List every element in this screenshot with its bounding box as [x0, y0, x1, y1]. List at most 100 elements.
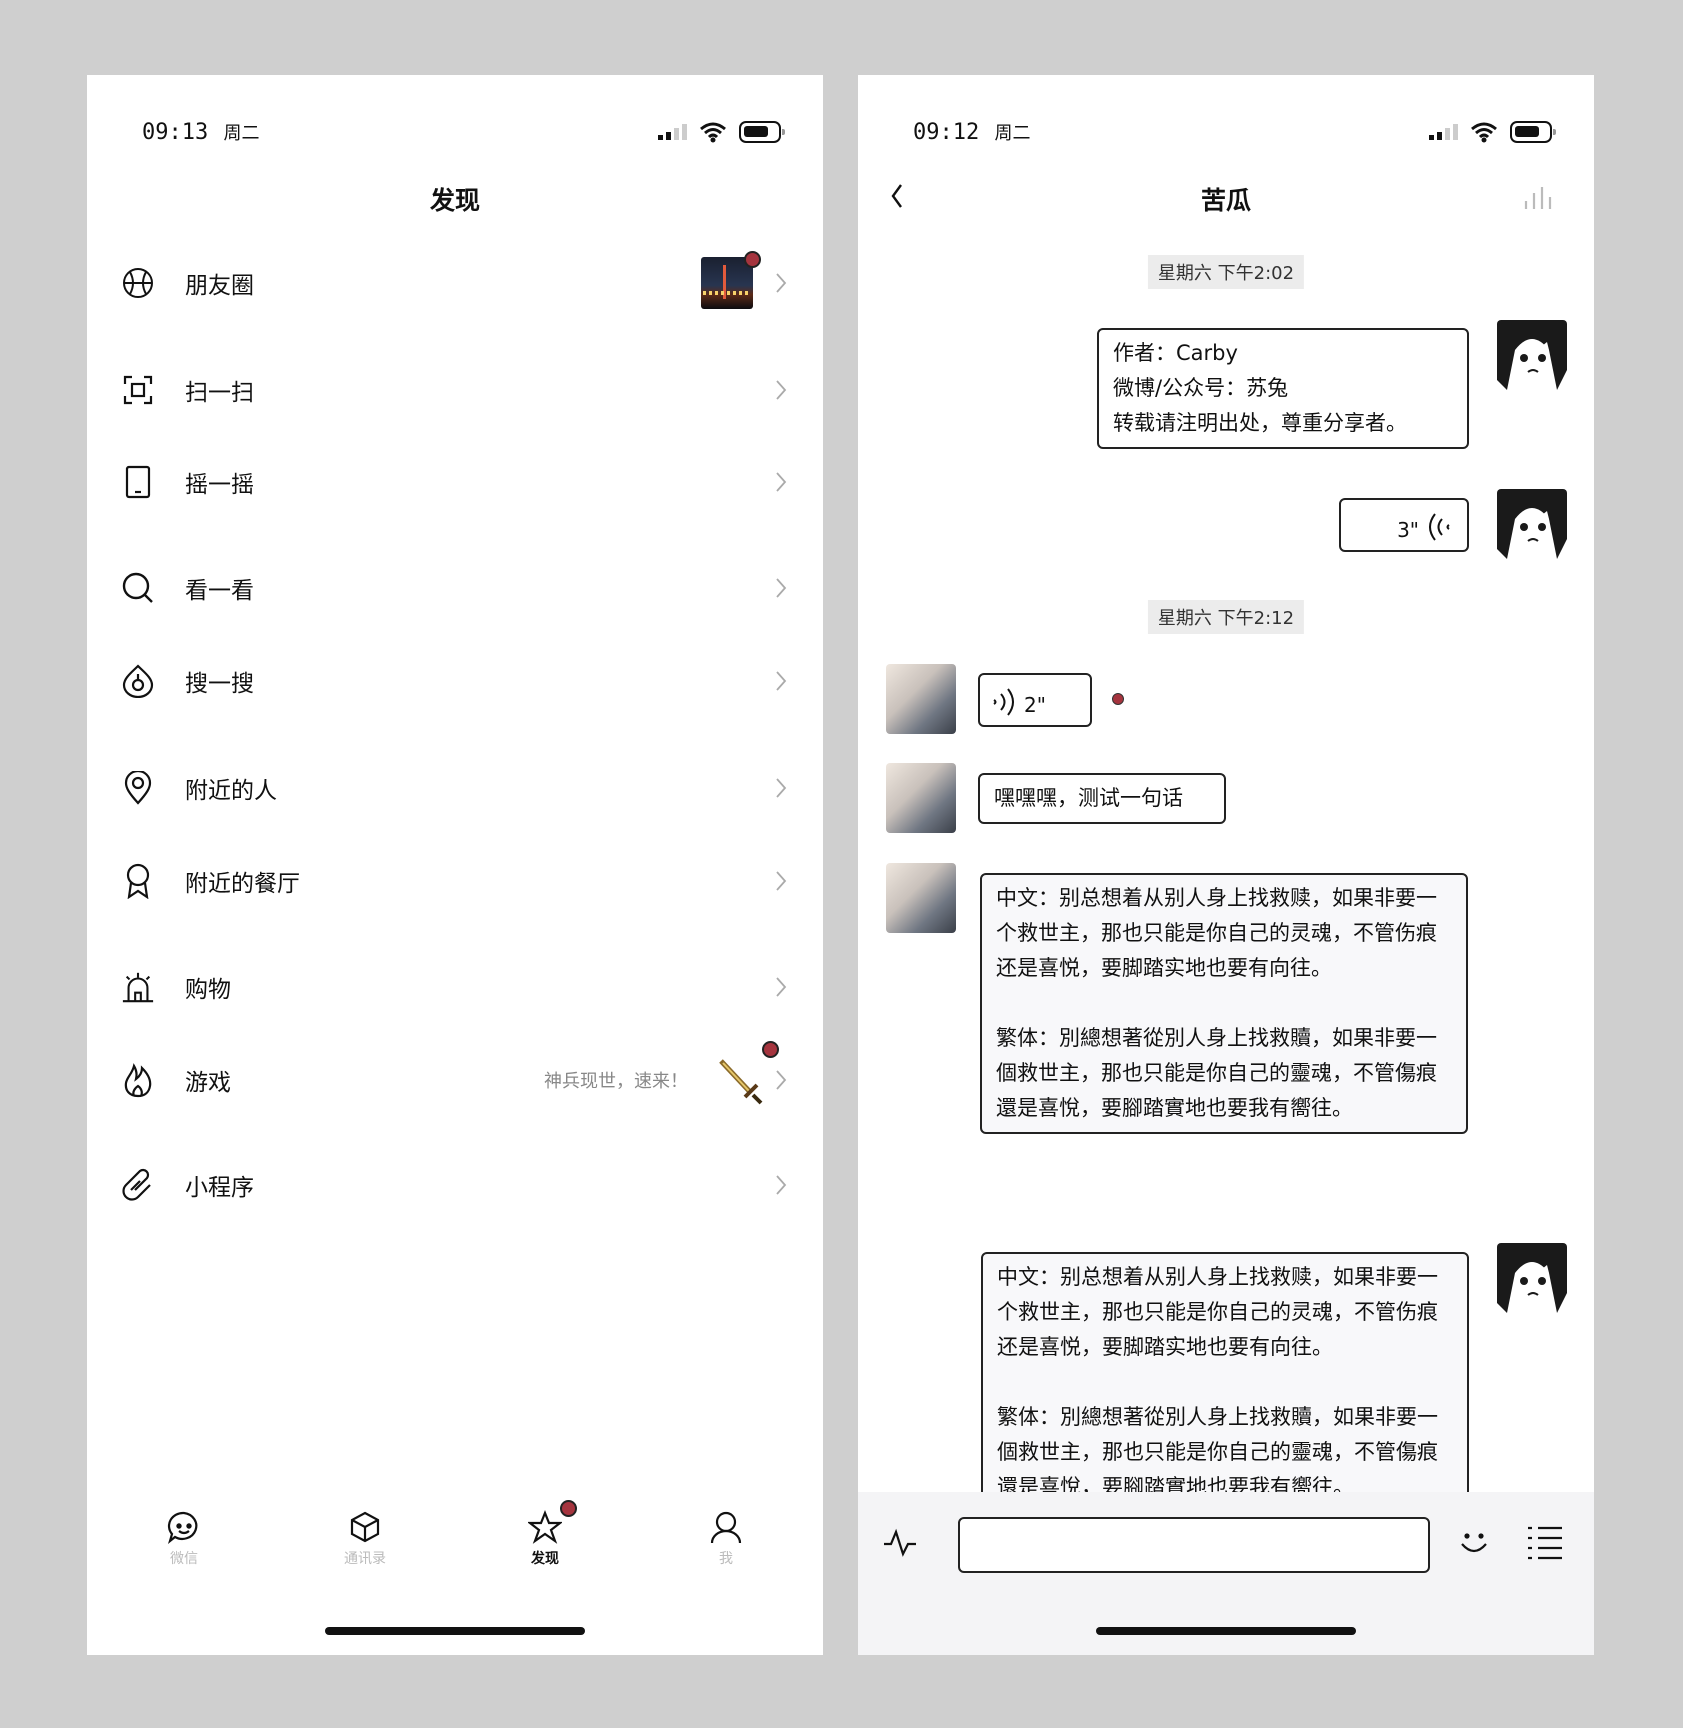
menu-label: 看一看: [185, 578, 254, 604]
menu-item-search[interactable]: 搜一搜: [87, 646, 823, 716]
chevron-right-icon: [776, 578, 787, 598]
chevron-right-icon: [776, 671, 787, 691]
search-drop-icon: [121, 664, 155, 698]
message-text: 中文：别总想着从别人身上找救赎，如果非要一个救世主，那也只能是你自己的灵魂，不管…: [996, 886, 1437, 1120]
person-icon: [710, 1511, 742, 1544]
voice-duration: 2": [1024, 693, 1046, 717]
tab-label: 我: [719, 1551, 733, 1567]
chevron-right-icon: [776, 871, 787, 891]
chevron-right-icon: [776, 472, 787, 492]
avatar[interactable]: [1497, 1243, 1567, 1313]
home-indicator[interactable]: [325, 1627, 585, 1635]
message-text: 嘿嘿嘿，测试一句话: [994, 786, 1183, 810]
menu-label: 摇一摇: [185, 472, 254, 498]
page-title: 发现: [429, 186, 480, 215]
menu-item-restaurants-nearby[interactable]: 附近的餐厅: [87, 846, 823, 916]
voice-input-icon[interactable]: [882, 1528, 918, 1558]
menu-item-scan[interactable]: 扫一扫: [87, 355, 823, 425]
menu-label: 扫一扫: [185, 380, 254, 406]
battery-icon: [739, 121, 785, 143]
tab-me[interactable]: 我: [676, 1510, 776, 1568]
menu-label: 朋友圈: [185, 273, 254, 299]
tab-label: 微信: [170, 1551, 198, 1567]
chat-title: 苦瓜: [1200, 186, 1251, 215]
menu-item-moments[interactable]: 朋友圈: [87, 248, 823, 318]
tab-label: 发现: [531, 1551, 559, 1567]
tab-bar: 微信 通讯录 发现 我: [87, 1500, 823, 1610]
avatar[interactable]: [886, 863, 956, 933]
aperture-icon: [121, 266, 155, 300]
avatar[interactable]: [1497, 320, 1567, 390]
chat-screen: 09:12 周二 苦瓜 星期六 下午2:02 作者：Carby 微博/公众号：苏…: [858, 75, 1594, 1655]
voice-wave-icon: [993, 688, 1014, 716]
wifi-icon: [1471, 122, 1497, 143]
timestamp: 星期六 下午2:02: [1147, 255, 1305, 289]
message-bubble[interactable]: 作者：Carby 微博/公众号：苏兔 转载请注明出处，尊重分享者。: [1097, 328, 1469, 449]
cube-icon: [350, 1511, 380, 1543]
notification-dot: [762, 1041, 779, 1058]
tab-label: 通讯录: [344, 1551, 386, 1567]
avatar[interactable]: [886, 763, 956, 833]
tab-wechat[interactable]: 微信: [134, 1510, 234, 1568]
status-bar: 09:12 周二: [858, 115, 1594, 155]
voice-message-bubble[interactable]: 2": [978, 673, 1092, 727]
tab-contacts[interactable]: 通讯录: [315, 1510, 415, 1568]
message-bubble[interactable]: 中文：别总想着从别人身上找救赎，如果非要一个救世主，那也只能是你自己的灵魂，不管…: [981, 1252, 1469, 1513]
game-promo-text: 神兵现世，速来！: [544, 1071, 688, 1092]
emoji-icon[interactable]: [1456, 1524, 1492, 1560]
menu-item-shake[interactable]: 摇一摇: [87, 447, 823, 517]
chevron-right-icon: [776, 778, 787, 798]
wifi-icon: [700, 122, 726, 143]
home-indicator[interactable]: [1096, 1627, 1356, 1635]
message-text: 作者：Carby 微博/公众号：苏兔 转载请注明出处，尊重分享者。: [1113, 341, 1407, 435]
message-text: 中文：别总想着从别人身上找救赎，如果非要一个救世主，那也只能是你自己的灵魂，不管…: [997, 1265, 1438, 1499]
menu-label: 附近的餐厅: [185, 871, 300, 897]
battery-icon: [1510, 121, 1556, 143]
search-look-icon: [121, 571, 155, 605]
timestamp: 星期六 下午2:12: [1147, 600, 1305, 634]
discover-screen: 09:13 周二 发现 朋友圈 扫一扫 摇一摇 看一看 搜一搜 附近的人 附近的…: [87, 75, 823, 1655]
tab-discover[interactable]: 发现: [495, 1500, 595, 1568]
voice-wave-icon: [1429, 513, 1450, 541]
link-icon: [121, 1168, 155, 1202]
menu-item-shopping[interactable]: 购物: [87, 952, 823, 1022]
chevron-right-icon: [776, 1070, 787, 1090]
chevron-right-icon: [776, 977, 787, 997]
message-bubble[interactable]: 嘿嘿嘿，测试一句话: [978, 773, 1226, 824]
location-pin-icon: [121, 771, 155, 805]
chat-bubble-icon: [167, 1511, 198, 1544]
menu-item-look[interactable]: 看一看: [87, 553, 823, 623]
avatar[interactable]: [886, 664, 956, 734]
chevron-right-icon: [776, 380, 787, 400]
star-icon: [528, 1510, 562, 1544]
signal-icon: [1429, 124, 1458, 140]
flame-icon: [121, 1063, 155, 1098]
status-time: 09:13 周二: [142, 120, 260, 145]
message-input[interactable]: [958, 1517, 1430, 1573]
voice-message-bubble[interactable]: 3": [1339, 498, 1469, 552]
voice-duration: 3": [1397, 518, 1419, 542]
message-bubble[interactable]: 中文：别总想着从别人身上找救赎，如果非要一个救世主，那也只能是你自己的灵魂，不管…: [980, 873, 1468, 1134]
status-bar: 09:13 周二: [87, 115, 823, 155]
status-time: 09:12 周二: [913, 120, 1031, 145]
menu-label: 搜一搜: [185, 671, 254, 697]
notification-dot: [744, 251, 761, 268]
chevron-right-icon: [776, 273, 787, 293]
notification-dot: [560, 1500, 577, 1517]
phone-shake-icon: [121, 465, 155, 499]
scan-icon: [121, 373, 155, 407]
chevron-right-icon: [776, 1175, 787, 1195]
more-options-icon[interactable]: [1522, 185, 1554, 211]
menu-label: 小程序: [185, 1175, 254, 1201]
unread-dot: [1112, 693, 1124, 705]
avatar[interactable]: [1497, 489, 1567, 559]
menu-label: 游戏: [185, 1070, 231, 1096]
shopping-icon: [121, 970, 155, 1004]
signal-icon: [658, 124, 687, 140]
menu-item-games[interactable]: 游戏 神兵现世，速来！: [87, 1041, 823, 1115]
menu-item-people-nearby[interactable]: 附近的人: [87, 753, 823, 823]
menu-label: 购物: [185, 977, 231, 1003]
menu-item-mini-programs[interactable]: 小程序: [87, 1150, 823, 1220]
more-menu-icon[interactable]: [1526, 1524, 1564, 1560]
badge-icon: [121, 863, 155, 899]
